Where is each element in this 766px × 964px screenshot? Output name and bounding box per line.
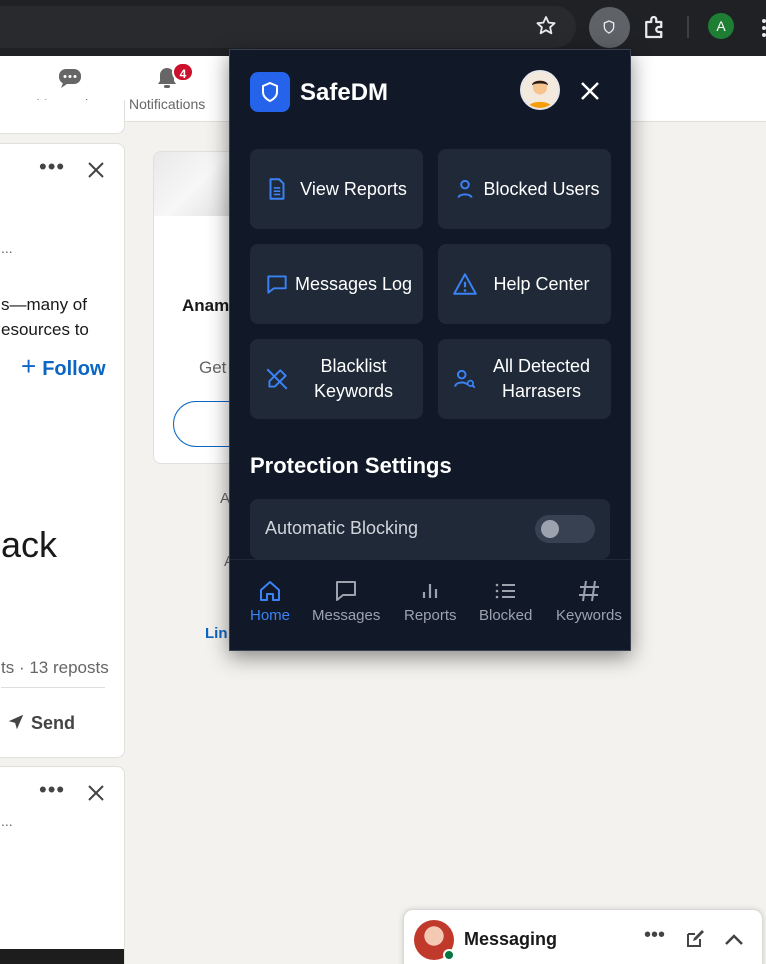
user-icon — [457, 179, 473, 199]
message-icon — [336, 581, 357, 601]
messages-log-button[interactable]: Messages Log — [250, 244, 423, 324]
more-options-icon[interactable]: ••• — [39, 154, 65, 180]
automatic-blocking-row: Automatic Blocking — [250, 499, 610, 559]
follow-button[interactable]: + Follow — [21, 351, 106, 382]
nav-keywords-label: Keywords — [556, 607, 622, 624]
suggestion-subtitle: Get — [199, 358, 227, 377]
send-button[interactable]: Send — [7, 713, 75, 734]
online-status-dot — [443, 949, 455, 961]
automatic-blocking-label: Automatic Blocking — [265, 518, 419, 538]
divider — [1, 687, 105, 688]
all-detected-harrasers-button[interactable]: All Detected Harrasers — [438, 339, 611, 419]
nav-notifications-label: Notifications — [129, 96, 206, 112]
app-title: SafeDM — [300, 79, 389, 106]
chevron-up-icon[interactable] — [722, 928, 746, 950]
warning-icon — [453, 273, 477, 295]
nav-home-label: Home — [250, 607, 291, 624]
notification-badge: 4 — [172, 62, 194, 82]
compose-icon[interactable] — [684, 928, 706, 950]
blacklist-keywords-button[interactable]: Blacklist Keywords — [250, 339, 423, 419]
post-line-1: s—many of — [1, 295, 87, 314]
protection-settings-heading: Protection Settings — [250, 453, 452, 478]
browser-menu-icon[interactable] — [758, 16, 766, 40]
nav-home[interactable]: Home — [250, 578, 290, 624]
messaging-widget-label: Messaging — [464, 929, 558, 949]
user-search-icon — [454, 369, 476, 389]
bottom-nav: Home Messages Reports Blocked Keywords — [230, 559, 630, 650]
nav-blocked[interactable]: Blocked — [479, 578, 532, 624]
list-icon — [495, 583, 515, 599]
ellipsis-text: ... — [1, 240, 13, 256]
safedm-extension-button[interactable] — [589, 7, 630, 48]
reposts-count[interactable]: ts · 13 reposts — [1, 658, 109, 678]
hash-icon — [578, 580, 599, 602]
close-icon[interactable] — [86, 160, 106, 180]
toggle-knob — [541, 520, 559, 538]
close-icon[interactable] — [86, 783, 106, 803]
send-label: Send — [31, 713, 76, 733]
messaging-icon — [58, 69, 81, 88]
profile-avatar[interactable]: A — [708, 13, 734, 39]
view-reports-label: View Reports — [300, 178, 407, 199]
follow-label: Follow — [42, 358, 106, 380]
safedm-logo — [250, 72, 290, 112]
blocked-users-button[interactable]: Blocked Users — [438, 149, 611, 229]
more-options-icon[interactable]: ••• — [39, 777, 65, 803]
nav-reports[interactable]: Reports — [404, 578, 457, 624]
shield-icon — [603, 20, 615, 34]
help-center-button[interactable]: Help Center — [438, 244, 611, 324]
feed-card-top — [0, 100, 125, 134]
chat-icon — [267, 275, 287, 294]
address-bar[interactable] — [0, 6, 576, 48]
linkedin-brand-text: Lin — [205, 625, 228, 642]
messages-log-label: Messages Log — [294, 273, 413, 294]
all-detected-harrasers-label: All Detected Harrasers — [492, 356, 591, 401]
feed-post-card-2: ••• ... — [0, 766, 125, 964]
ellipsis-text: ... — [1, 813, 13, 829]
more-options-icon[interactable]: ••• — [644, 924, 665, 947]
home-icon — [260, 581, 280, 601]
pen-slash-icon — [266, 368, 288, 390]
post-image-text: ack — [1, 524, 58, 565]
user-avatar[interactable] — [520, 70, 560, 110]
nav-blocked-label: Blocked — [479, 607, 533, 624]
blocked-users-label: Blocked Users — [483, 178, 600, 199]
bar-chart-icon — [423, 584, 438, 598]
bookmark-star-icon[interactable] — [534, 14, 558, 38]
nav-messages-label: Messages — [312, 607, 381, 624]
feed-post-card: ••• + Follow ... s—many of esources to ac… — [0, 143, 125, 758]
browser-toolbar: A — [0, 0, 766, 56]
safedm-popup: SafeDM View Reports Blocked Users Messag… — [229, 49, 631, 651]
post-line-2: esources to — [1, 320, 89, 339]
plus-icon: + — [21, 351, 37, 381]
nav-reports-label: Reports — [404, 607, 457, 624]
nav-messages[interactable]: Messages — [312, 578, 380, 624]
close-icon[interactable] — [578, 79, 602, 103]
post-media-strip — [0, 949, 124, 964]
shield-icon — [262, 81, 278, 103]
suggestion-name[interactable]: Anam — [182, 296, 229, 316]
user-avatar-illustration — [527, 80, 553, 108]
automatic-blocking-toggle[interactable] — [535, 515, 595, 543]
messaging-widget[interactable]: Messaging ••• — [403, 909, 763, 964]
extensions-puzzle-icon[interactable] — [640, 12, 670, 42]
send-icon — [8, 714, 24, 730]
blacklist-keywords-label: Blacklist Keywords — [313, 356, 394, 401]
help-center-label: Help Center — [493, 273, 590, 294]
toolbar-divider — [687, 16, 689, 38]
nav-keywords[interactable]: Keywords — [556, 578, 622, 624]
view-reports-button[interactable]: View Reports — [250, 149, 423, 229]
post-body: s—many of esources to — [1, 292, 126, 342]
document-icon — [269, 178, 285, 200]
